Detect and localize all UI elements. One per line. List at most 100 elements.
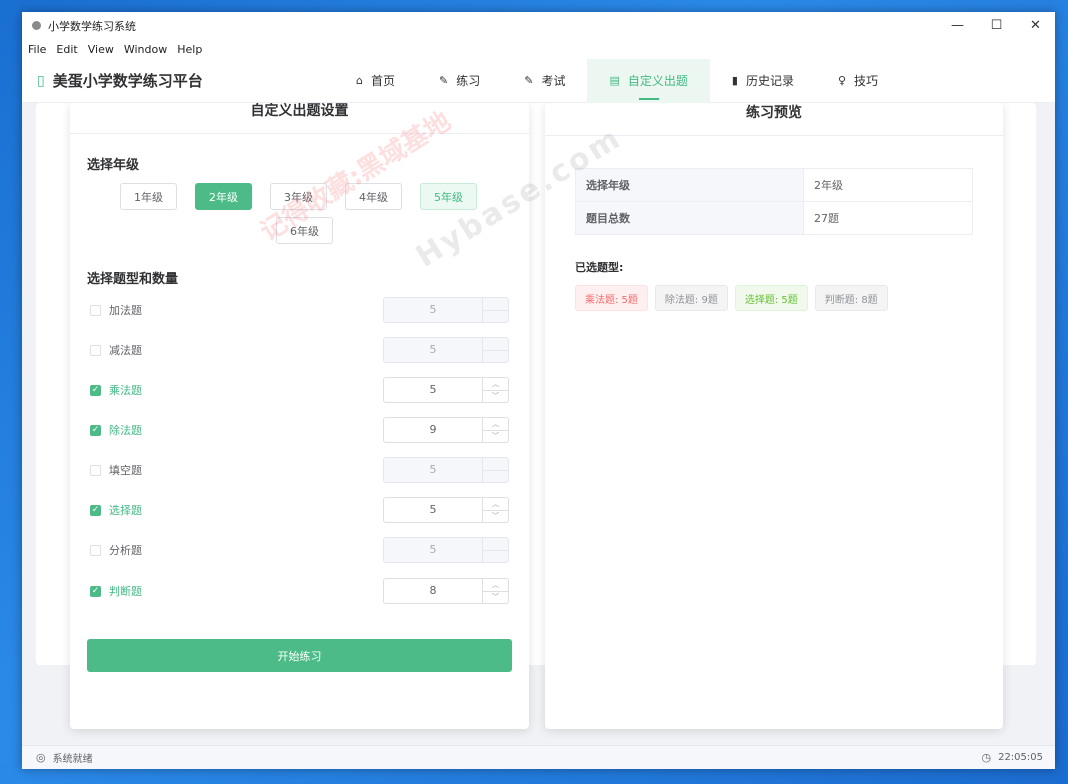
fill-blank-checkbox[interactable] [90,464,101,476]
settings-panel-title: 自定义出题设置 [70,103,529,134]
tag-division: 除法题: 9题 [654,285,728,311]
stepper-value[interactable]: 5 [384,498,482,522]
true-false-checkbox[interactable]: ✓ [90,585,101,597]
tag-multiplication: 乘法题: 5题 [575,285,648,311]
grade-3-button[interactable]: 3年级 [270,183,327,210]
decrease-button[interactable]: ﹀ [483,592,508,604]
increase-button: ︿ [483,338,508,351]
title-bar: 小学数学练习系统 — ☐ ✕ [22,12,1055,39]
nav-custom[interactable]: ▤ 自定义出题 [587,58,710,103]
brand: ▯ 美蛋小学数学练习平台 [22,70,322,91]
start-practice-button[interactable]: 开始练习 [87,639,512,672]
table-row: 题目总数 27题 [575,201,973,235]
question-row-analysis: 分析题 5 ︿﹀ [90,537,510,563]
chart-icon: ▮ [731,74,738,87]
stepper-value: 5 [429,343,437,356]
decrease-button[interactable]: ﹀ [483,511,508,523]
app-window: 小学数学练习系统 — ☐ ✕ File Edit View Window Hel… [22,12,1055,769]
nav-label: 技巧 [854,74,879,88]
stepper-value[interactable]: 5 [384,378,482,402]
status-bar: ◎ 系统就绪 ◷ 22:05:05 [22,745,1055,769]
maximize-button[interactable]: ☐ [977,12,1016,39]
decrease-button: ﹀ [483,311,508,323]
preview-panel-title: 练习预览 [545,103,1003,136]
nav-label: 历史记录 [745,74,794,88]
clock: ◷ 22:05:05 [981,751,1043,764]
addition-count-stepper: 5 ︿﹀ [383,297,509,323]
multiplication-checkbox[interactable]: ✓ [90,384,101,396]
calculator-icon: ▤ [609,74,620,87]
grade-1-button[interactable]: 1年级 [120,183,177,210]
book-icon: ▯ [37,72,45,89]
menu-help[interactable]: Help [177,43,202,56]
main-content: 自定义出题设置 选择年级 1年级 2年级 3年级 4年级 5年级 6年级 选择题… [22,103,1055,745]
preview-info-table: 选择年级 2年级 题目总数 27题 [575,168,973,235]
question-row-addition: 加法题 5 ︿﹀ [90,297,510,323]
status-text: 系统就绪 [52,754,93,765]
increase-button: ︿ [483,538,508,551]
increase-button[interactable]: ︿ [483,418,508,431]
decrease-button[interactable]: ﹀ [483,391,508,403]
lightbulb-icon: ♀ [837,74,847,87]
question-label: 加法题 [109,304,142,317]
custom-settings-panel: 自定义出题设置 选择年级 1年级 2年级 3年级 4年级 5年级 6年级 选择题… [70,103,529,729]
menu-view[interactable]: View [88,43,114,56]
selected-types-tags: 乘法题: 5题 除法题: 9题 选择题: 5题 判断题: 8题 [575,285,895,311]
question-row-multiplication: ✓ 乘法题 5 ︿ ﹀ [90,377,510,403]
edit-icon: ✎ [439,74,449,87]
preview-panel: 练习预览 选择年级 2年级 题目总数 27题 已选题型: 乘法题: 5题 除法题… [545,103,1003,729]
question-label: 判断题 [109,585,142,598]
nav-home[interactable]: ⌂ 首页 [334,59,417,103]
tag-true-false: 判断题: 8题 [814,285,888,311]
menu-file[interactable]: File [28,43,46,56]
stepper-value: 5 [429,303,437,316]
decrease-button: ﹀ [483,551,508,563]
analysis-count-stepper: 5 ︿﹀ [383,537,509,563]
stepper-value[interactable]: 8 [384,579,482,603]
choice-checkbox[interactable]: ✓ [90,504,101,516]
grade-2-button[interactable]: 2年级 [195,183,252,210]
nav-label: 练习 [456,74,481,88]
subtraction-checkbox[interactable] [90,344,101,356]
question-label: 除法题 [109,424,142,437]
table-value: 2年级 [803,168,973,202]
question-label: 减法题 [109,344,142,357]
true-false-count-stepper[interactable]: 8 ︿ ﹀ [383,578,509,604]
addition-checkbox[interactable] [90,304,101,316]
nav-practice[interactable]: ✎ 练习 [417,59,502,103]
nav-exam[interactable]: ✎ 考试 [502,59,587,103]
nav-history[interactable]: ▮ 历史记录 [710,59,816,103]
clock-icon: ◷ [981,751,992,764]
decrease-button[interactable]: ﹀ [483,431,508,443]
nav-menu: ⌂ 首页 ✎ 练习 ✎ 考试 ▤ 自定义出题 ▮ 历史记录 ♀ 技巧 [334,58,900,103]
minimize-button[interactable]: — [938,12,977,39]
window-title: 小学数学练习系统 [48,19,136,33]
increase-button[interactable]: ︿ [483,498,508,511]
question-label: 选择题 [109,504,142,517]
tag-choice: 选择题: 5题 [734,285,808,311]
question-row-choice: ✓ 选择题 5 ︿ ﹀ [90,497,510,523]
window-controls: — ☐ ✕ [938,12,1055,39]
nav-label: 自定义出题 [627,74,688,88]
stepper-value[interactable]: 9 [384,418,482,442]
question-section-title: 选择题型和数量 [87,272,179,287]
nav-label: 首页 [370,74,395,88]
increase-button[interactable]: ︿ [483,378,508,391]
check-circle-icon: ◎ [36,751,46,764]
increase-button: ︿ [483,458,508,471]
question-label: 分析题 [109,544,142,557]
nav-tips[interactable]: ♀ 技巧 [816,59,900,103]
close-button[interactable]: ✕ [1016,12,1055,39]
choice-count-stepper[interactable]: 5 ︿ ﹀ [383,497,509,523]
grade-6-button[interactable]: 6年级 [276,217,333,244]
grade-5-button[interactable]: 5年级 [420,183,477,210]
increase-button[interactable]: ︿ [483,579,508,592]
analysis-checkbox[interactable] [90,544,101,556]
division-checkbox[interactable]: ✓ [90,424,101,436]
division-count-stepper[interactable]: 9 ︿ ﹀ [383,417,509,443]
grade-4-button[interactable]: 4年级 [345,183,402,210]
menu-window[interactable]: Window [124,43,167,56]
menu-edit[interactable]: Edit [56,43,77,56]
multiplication-count-stepper[interactable]: 5 ︿ ﹀ [383,377,509,403]
decrease-button: ﹀ [483,471,508,483]
